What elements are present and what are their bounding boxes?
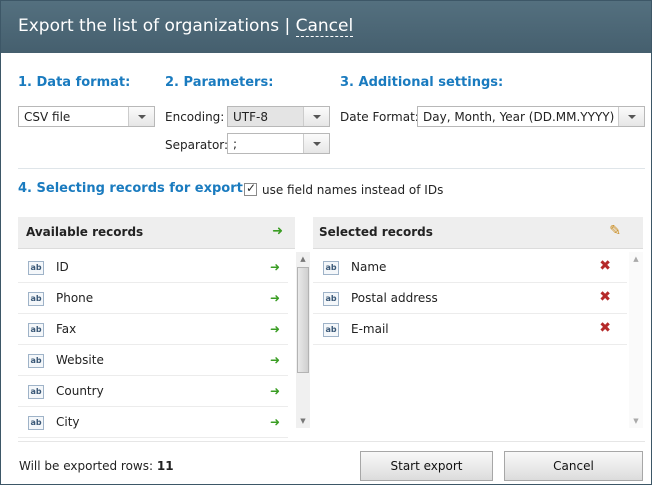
text-field-icon: ab xyxy=(28,292,44,306)
selected-record-row[interactable]: ab Postal address ✖ xyxy=(313,283,627,314)
additional-settings-heading: 3. Additional settings: xyxy=(340,75,504,90)
date-format-select[interactable]: Day, Month, Year (DD.MM.YYYY) xyxy=(417,106,645,127)
available-scrollbar[interactable]: ▲ ▼ xyxy=(296,252,310,428)
available-record-label: Phone xyxy=(56,291,94,305)
chevron-down-icon[interactable] xyxy=(128,107,154,126)
exported-rows-info: Will be exported rows: 11 xyxy=(19,459,174,473)
title-cancel-link[interactable]: Cancel xyxy=(295,16,354,37)
available-record-row[interactable]: ab City ➜ xyxy=(18,407,288,438)
title-separator: | xyxy=(284,16,291,36)
text-field-icon: ab xyxy=(28,354,44,368)
dialog-title: Export the list of organizations | Cance… xyxy=(18,16,354,37)
data-format-select[interactable]: CSV file xyxy=(18,106,155,127)
chevron-down-icon[interactable] xyxy=(303,107,329,126)
separator-label: Separator: xyxy=(165,138,229,152)
text-field-icon: ab xyxy=(28,385,44,399)
scroll-up-icon[interactable]: ▲ xyxy=(296,252,310,266)
available-record-label: Fax xyxy=(56,322,77,336)
text-field-icon: ab xyxy=(28,416,44,430)
green-arrow-icon[interactable]: ➜ xyxy=(270,415,280,429)
scroll-down-icon[interactable]: ▼ xyxy=(296,414,310,428)
available-record-label: Website xyxy=(56,353,104,367)
scroll-down-icon[interactable]: ▼ xyxy=(629,414,643,428)
available-records-title: Available records xyxy=(26,225,144,239)
text-field-icon: ab xyxy=(323,323,339,337)
selecting-records-heading: 4. Selecting records for export: xyxy=(18,181,249,196)
selected-record-label: Postal address xyxy=(351,291,438,305)
title-bar: Export the list of organizations | Cance… xyxy=(1,1,651,53)
chevron-down-icon[interactable] xyxy=(618,107,644,126)
use-field-names-label: use field names instead of IDs xyxy=(262,183,444,197)
available-record-label: ID xyxy=(56,260,69,274)
encoding-value: UTF-8 xyxy=(233,110,268,124)
available-record-row[interactable]: ab ID ➜ xyxy=(18,252,288,283)
export-dialog: Export the list of organizations | Cance… xyxy=(0,0,652,485)
text-field-icon: ab xyxy=(323,261,339,275)
red-x-icon[interactable]: ✖ xyxy=(599,320,611,336)
dialog-title-text: Export the list of organizations xyxy=(18,16,280,36)
exported-rows-label: Will be exported rows: xyxy=(19,459,154,473)
green-arrow-icon[interactable]: ➜ xyxy=(270,322,280,336)
encoding-label: Encoding: xyxy=(165,110,225,124)
text-field-icon: ab xyxy=(28,261,44,275)
broom-icon[interactable]: ✎ xyxy=(609,223,621,239)
separator-select[interactable]: ; xyxy=(227,133,330,154)
selected-records-header: Selected records ✎ xyxy=(313,217,643,249)
data-format-value: CSV file xyxy=(24,110,71,124)
use-field-names-checkbox[interactable] xyxy=(244,181,257,196)
available-record-row[interactable]: ab Fax ➜ xyxy=(18,314,288,345)
footer-divider xyxy=(18,441,645,442)
chevron-down-icon[interactable] xyxy=(303,134,329,153)
divider xyxy=(18,168,645,169)
text-field-icon: ab xyxy=(323,292,339,306)
green-arrow-icon[interactable]: ➜ xyxy=(270,353,280,367)
available-record-label: City xyxy=(56,415,80,429)
green-arrow-icon[interactable]: ➜ xyxy=(270,260,280,274)
start-export-button[interactable]: Start export xyxy=(360,451,493,481)
green-arrow-icon[interactable]: ➜ xyxy=(270,291,280,305)
text-field-icon: ab xyxy=(28,323,44,337)
available-record-label: Country xyxy=(56,384,104,398)
selected-records-title: Selected records xyxy=(319,225,433,239)
parameters-heading: 2. Parameters: xyxy=(165,75,274,90)
red-x-icon[interactable]: ✖ xyxy=(599,289,611,305)
available-record-row[interactable]: ab Website ➜ xyxy=(18,345,288,376)
available-record-row[interactable]: ab Country ➜ xyxy=(18,376,288,407)
scroll-up-icon[interactable]: ▲ xyxy=(629,252,643,266)
double-green-arrow-icon[interactable]: ➜ xyxy=(272,224,283,239)
red-x-icon[interactable]: ✖ xyxy=(599,258,611,274)
selected-record-row[interactable]: ab E-mail ✖ xyxy=(313,314,627,345)
date-format-value: Day, Month, Year (DD.MM.YYYY) xyxy=(423,110,615,124)
available-record-row[interactable]: ab Phone ➜ xyxy=(18,283,288,314)
scroll-thumb[interactable] xyxy=(297,267,309,373)
green-arrow-icon[interactable]: ➜ xyxy=(270,384,280,398)
exported-rows-count: 11 xyxy=(156,459,174,473)
selected-scrollbar[interactable]: ▲ ▼ xyxy=(629,252,643,428)
date-format-label: Date Format: xyxy=(340,110,419,124)
separator-value: ; xyxy=(233,137,238,151)
available-records-header: Available records ➜ xyxy=(18,217,295,249)
selected-record-row[interactable]: ab Name ✖ xyxy=(313,252,627,283)
cancel-button[interactable]: Cancel xyxy=(504,451,643,481)
data-format-heading: 1. Data format: xyxy=(18,75,131,90)
encoding-select[interactable]: UTF-8 xyxy=(227,106,330,127)
selected-record-label: Name xyxy=(351,260,387,274)
selected-record-label: E-mail xyxy=(351,322,389,336)
